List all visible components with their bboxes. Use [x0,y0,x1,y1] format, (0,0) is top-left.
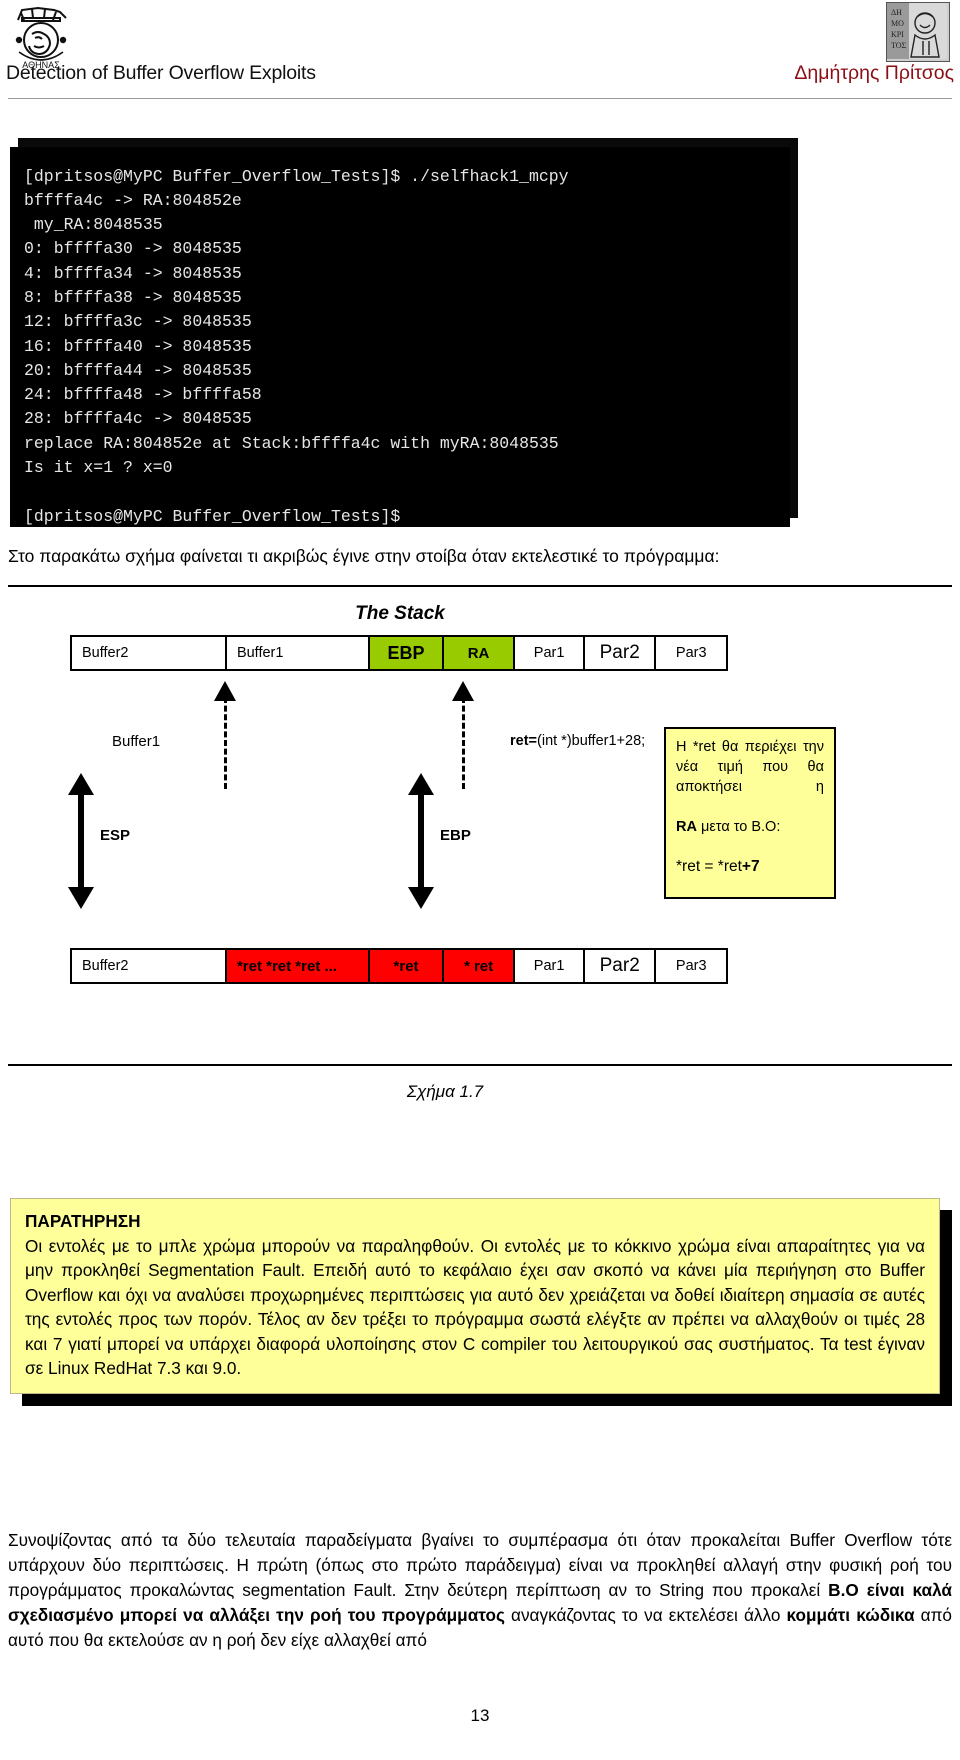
note-title: ΠΑΡΑΤΗΡΗΣΗ [25,1211,141,1231]
stack-row-overflowed: Buffer2 *ret *ret *ret ... *ret * ret Pa… [70,948,728,984]
note-body: Οι εντολές με το μπλε χρώμα μπορούν να π… [25,1235,925,1379]
overflow-cell-par1: Par1 [515,950,585,982]
buffer1-pointer-arrow-icon [214,681,236,791]
ret-expression-label: ret=(int *)buffer1+28; [510,733,645,749]
svg-text:ΤΟΣ: ΤΟΣ [891,41,907,50]
ret-expression-rest: (int *)buffer1+28; [537,733,646,749]
overflow-cell-ret-ebp: *ret [370,950,444,982]
header-divider [8,98,952,99]
stack-row-initial: Buffer2 Buffer1 EBP RA Par1 Par2 Par3 [70,635,728,671]
callout-body: Η *ret θα περιέχει την νέα τιμή που θα α… [676,739,824,795]
stack-cell-par2: Par2 [584,637,657,669]
overflow-cell-buffer2: Buffer2 [72,950,227,982]
overflow-cell-par2: Par2 [584,950,657,982]
page-header: ΑΘΗΝΑΣ Detection of Buffer Overflow Expl… [0,0,960,104]
stack-figure: The Stack Buffer2 Buffer1 EBP RA Par1 Pa… [8,585,952,1180]
callout-body-bold: RA [676,819,697,835]
overflow-cell-ret-fill: *ret *ret *ret ... [226,950,371,982]
author-portrait-icon: ΔΗ ΜΟ ΚΡΙ ΤΟΣ [886,2,950,62]
stack-cell-par1: Par1 [515,637,585,669]
stack-title: The Stack [355,603,445,624]
svg-text:ΜΟ: ΜΟ [891,19,904,28]
terminal-output: [dpritsos@MyPC Buffer_Overflow_Tests]$ .… [10,146,790,527]
esp-label: ESP [100,827,131,844]
stack-cell-par3: Par3 [656,637,727,669]
closing-part1: Συνοψίζοντας από τα δύο τελευταία παραδε… [8,1530,952,1600]
ebp-pointer-arrow-icon [452,681,474,791]
overflow-cell-ret-ra: * ret [443,950,516,982]
ret-expression-bold: ret= [510,733,538,749]
closing-part2: αναγκάζοντας το να εκτελέσει άλλο [511,1605,787,1625]
ebp-label: EBP [440,827,471,844]
svg-text:ΔΗ: ΔΗ [891,8,902,17]
callout-formula-bold: +7 [741,858,760,875]
callout-formula: *ret = *ret+7 [676,857,824,877]
svg-text:ΚΡΙ: ΚΡΙ [891,30,904,39]
page-title: Detection of Buffer Overflow Exploits [6,62,316,84]
figure-bottom-rule [8,1064,952,1066]
stack-cell-ra: RA [443,637,516,669]
closing-paragraph: Συνοψίζοντας από τα δύο τελευταία παραδε… [8,1528,952,1653]
callout-formula-plain: *ret = *ret [676,858,742,875]
stack-cell-ebp: EBP [370,637,444,669]
esp-range-arrow-icon [68,773,94,909]
figure-top-rule [8,585,952,587]
buffer1-label: Buffer1 [112,733,161,750]
figure-caption: Σχήμα 1.7 [406,1082,484,1101]
stack-cell-buffer2: Buffer2 [72,637,227,669]
ret-callout-box: Η *ret θα περιέχει την νέα τιμή που θα α… [664,727,836,899]
stack-cell-buffer1: Buffer1 [226,637,371,669]
page-number: 13 [470,1706,490,1725]
ebp-range-arrow-icon [408,773,434,909]
closing-bold2: κομμάτι κώδικα [786,1605,921,1625]
callout-body-tail: μετα το B.O: [696,819,781,835]
observation-note: ΠΑΡΑΤΗΡΗΣΗ Οι εντολές με το μπλε χρώμα μπ… [10,1198,940,1394]
overflow-cell-par3: Par3 [656,950,727,982]
intro-paragraph: Στο παρακάτω σχήμα φαίνεται τι ακριβώς έ… [8,546,720,566]
author-name: Δημήτρης Πρίτσος [794,62,954,84]
